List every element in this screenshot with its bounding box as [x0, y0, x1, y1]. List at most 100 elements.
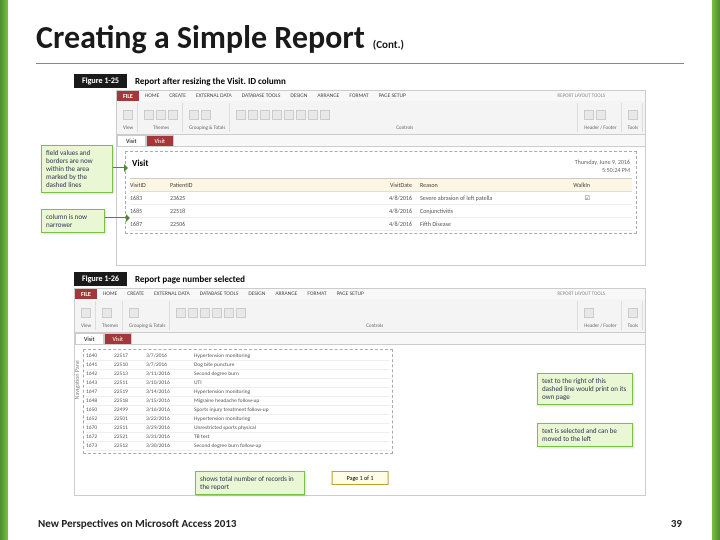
doc-tab-table[interactable]: Visit [117, 135, 146, 146]
cell: 22511 [114, 425, 146, 431]
ctrl-icon[interactable] [308, 110, 318, 120]
ctrl-icon[interactable] [236, 110, 246, 120]
table-row: 1670225113/29/2016Unrestricted sports ph… [86, 424, 390, 433]
ctrl-icon[interactable] [284, 110, 294, 120]
group-icon[interactable] [129, 308, 139, 318]
slide-title: Creating a Simple Report [36, 18, 365, 57]
cell: 22518 [114, 398, 146, 404]
access-window-2: FILE HOME CREATE EXTERNAL DATA DATABASE … [74, 288, 646, 496]
themes-icon[interactable] [144, 110, 154, 120]
cell: 1683 [130, 194, 170, 202]
ribbon-group-headerfooter: Header / Footer [580, 103, 621, 132]
tab-external[interactable]: EXTERNAL DATA [194, 92, 234, 100]
tab-create[interactable]: CREATE [167, 92, 188, 100]
tab-pagesetup[interactable]: PAGE SETUP [335, 290, 366, 298]
cell: 1687 [130, 220, 170, 228]
ctrl-icon[interactable] [260, 110, 270, 120]
tab-create[interactable]: CREATE [125, 290, 146, 298]
cell: 22506 [170, 220, 220, 228]
hf-icon[interactable] [596, 110, 606, 120]
cell [550, 207, 590, 215]
cell: 1672 [86, 434, 114, 440]
cell: 1647 [86, 389, 114, 395]
figure-caption-1: Figure 1-25 Report after resizing the Vi… [74, 74, 684, 88]
cell: ☑ [550, 194, 590, 202]
navigation-pane-collapsed[interactable]: Navigation Pane [73, 360, 81, 399]
fonts-icon[interactable] [168, 110, 178, 120]
table-row: 1683236254/8/2016Severe abrasion of left… [130, 192, 632, 205]
cell: 22512 [114, 443, 146, 449]
tab-arrange[interactable]: ARRANGE [273, 290, 299, 298]
tab-home[interactable]: HOME [101, 290, 119, 298]
col-visitdate: VisitDate [220, 181, 420, 189]
ribbon-tabs: HOME CREATE EXTERNAL DATA DATABASE TOOLS… [143, 92, 408, 100]
column-headers: VisitID PatientID VisitDate Reason WalkI… [130, 179, 632, 192]
ctrl-icon[interactable] [212, 308, 222, 318]
ctrl-icon[interactable] [176, 308, 186, 318]
cell: 1652 [86, 416, 114, 422]
table-row: 1685225184/8/2016Conjunctivitis [130, 205, 632, 218]
doc-tab-report-2[interactable]: Visit [104, 333, 133, 344]
callout-fields-within: field values and borders are now within … [41, 145, 113, 193]
cell: 1685 [130, 207, 170, 215]
view-icon[interactable] [81, 308, 91, 318]
ribbon-tabs-2: HOME CREATE EXTERNAL DATA DATABASE TOOLS… [101, 290, 366, 298]
colors-icon[interactable] [156, 110, 166, 120]
footer-left: New Perspectives on Microsoft Access 201… [38, 517, 236, 530]
tools-icon[interactable] [628, 110, 638, 120]
ctrl-icon[interactable] [296, 110, 306, 120]
slide-continuation: (Cont.) [373, 38, 404, 51]
tab-arrange[interactable]: ARRANGE [315, 92, 341, 100]
ribbon-group-themes: Themes [140, 103, 183, 132]
view-icon[interactable] [123, 110, 133, 120]
tab-home[interactable]: HOME [143, 92, 161, 100]
slide-body: Creating a Simple Report (Cont.) Figure … [8, 0, 712, 540]
figure-text-1: Report after resizing the Visit. ID colu… [135, 76, 286, 87]
cell: 23625 [170, 194, 220, 202]
totals-icon[interactable] [201, 110, 211, 120]
doc-tab-report[interactable]: Visit [146, 135, 175, 146]
callout-arrow [113, 167, 127, 168]
table-row: 1648225183/15/2016Migraine headache foll… [86, 397, 390, 406]
figure-caption-2: Figure 1-26 Report page number selected [74, 272, 684, 286]
file-tab[interactable]: FILE [117, 91, 139, 101]
hf-icon[interactable] [584, 308, 594, 318]
callout-text-selected: text is selected and can be moved to the… [537, 423, 633, 447]
tab-format[interactable]: FORMAT [347, 92, 370, 100]
ribbon-group-view: View [77, 301, 96, 330]
file-tab-2[interactable]: FILE [75, 289, 97, 299]
cell: Conjunctivitis [420, 207, 550, 215]
tab-format[interactable]: FORMAT [305, 290, 328, 298]
cell: 22519 [114, 389, 146, 395]
page-number-footer[interactable]: Page 1 of 1 [332, 471, 389, 485]
tab-pagesetup[interactable]: PAGE SETUP [377, 92, 408, 100]
report-title: Visit [132, 158, 148, 174]
themes-icon[interactable] [102, 308, 112, 318]
ctrl-icon[interactable] [248, 110, 258, 120]
footer-page-number: 39 [671, 517, 682, 530]
hf-icon[interactable] [584, 110, 594, 120]
tab-dbtools[interactable]: DATABASE TOOLS [198, 290, 241, 298]
col-reason: Reason [420, 181, 550, 189]
doc-tab-table-2[interactable]: Visit [75, 333, 104, 344]
group-icon[interactable] [189, 110, 199, 120]
cell: 22511 [114, 380, 146, 386]
ctrl-icon[interactable] [320, 110, 330, 120]
ribbon-group-controls: Controls [232, 103, 578, 132]
table-row: 1652225013/22/2016Hypertension monitorin… [86, 415, 390, 424]
cell: 3/10/2016 [146, 380, 194, 386]
cell: 3/7/2016 [146, 353, 194, 359]
tab-external[interactable]: EXTERNAL DATA [152, 290, 192, 298]
ctrl-icon[interactable] [188, 308, 198, 318]
ctrl-icon[interactable] [272, 110, 282, 120]
cell: UTI [194, 380, 374, 386]
tools-icon[interactable] [628, 308, 638, 318]
tab-dbtools[interactable]: DATABASE TOOLS [240, 92, 283, 100]
ctrl-icon[interactable] [236, 308, 246, 318]
cell: 4/8/2016 [220, 194, 420, 202]
ctrl-icon[interactable] [200, 308, 210, 318]
tab-design[interactable]: DESIGN [288, 92, 309, 100]
ctrl-icon[interactable] [224, 308, 234, 318]
tab-design[interactable]: DESIGN [246, 290, 267, 298]
cell: Dog bite puncture [194, 362, 374, 368]
